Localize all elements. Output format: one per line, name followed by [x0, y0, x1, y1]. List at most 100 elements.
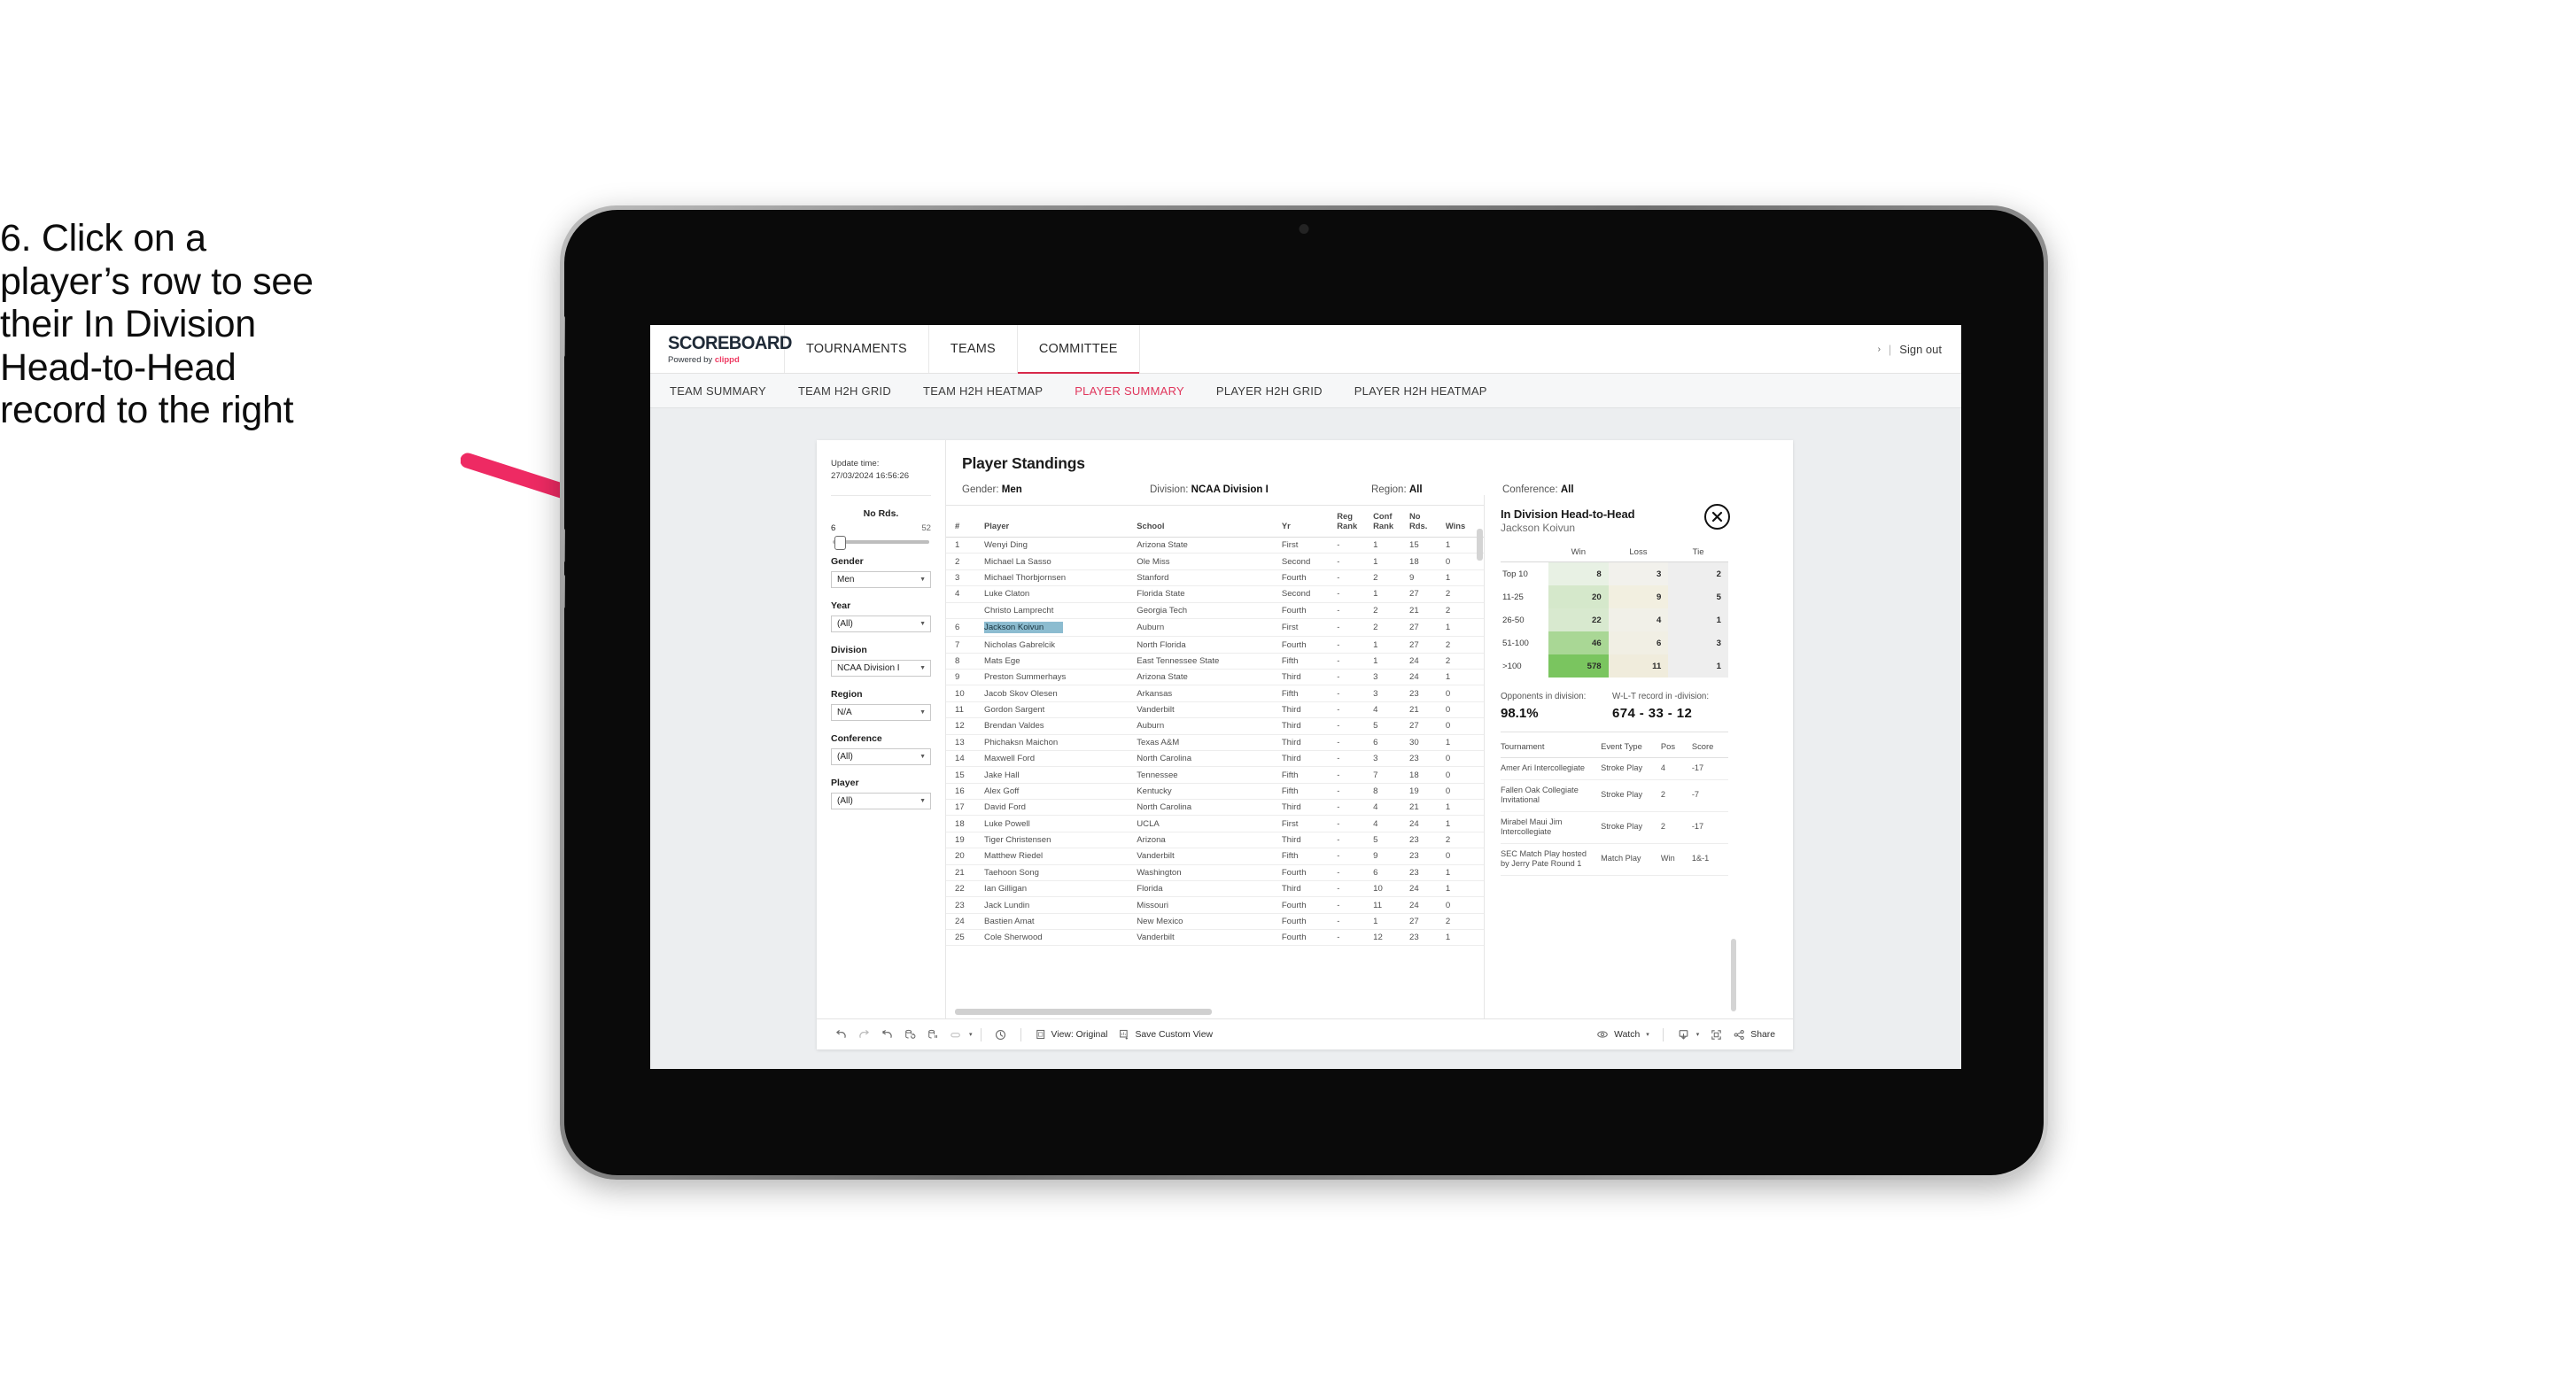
refresh-data-icon[interactable]: [898, 1023, 921, 1046]
h2h-cell-win: 20: [1548, 585, 1609, 608]
volume-up-button[interactable]: [564, 529, 565, 562]
table-row[interactable]: 22 Ian Gilligan Florida Third -10 24 1: [946, 880, 1484, 898]
table-row[interactable]: 4 Luke Claton Florida State Second -1 27 2: [946, 585, 1484, 603]
table-row[interactable]: 19 Tiger Christensen Arizona Third -5 23 2: [946, 832, 1484, 849]
table-row[interactable]: 21 Taehoon Song Washington Fourth -6 23 1: [946, 864, 1484, 881]
subnav-team-summary[interactable]: TEAM SUMMARY: [670, 384, 786, 398]
download-button[interactable]: ▾: [1672, 1028, 1705, 1041]
cell-conf-rank: 11: [1373, 896, 1410, 914]
app-logo[interactable]: SCOREBOARD Powered by clippd: [650, 325, 792, 373]
table-row[interactable]: 9 Preston Summerhays Arizona State Third -3 2…: [946, 669, 1484, 686]
tournament-scrollbar[interactable]: [1731, 939, 1736, 1011]
cell-wins: 0: [1445, 896, 1484, 914]
subnav-player-h2h-heatmap[interactable]: PLAYER H2H HEATMAP: [1354, 384, 1507, 398]
slider-handle[interactable]: [834, 535, 846, 550]
chevron-down-icon: ▼: [919, 753, 926, 760]
table-row[interactable]: 15 Jake Hall Tennessee Fifth -7 18 0: [946, 766, 1484, 784]
table-row[interactable]: 14 Maxwell Ford North Carolina Third -3 23 0: [946, 750, 1484, 768]
filter-player-select[interactable]: (All) ▼: [831, 792, 931, 809]
table-row[interactable]: 18 Luke Powell UCLA First -4 24 1: [946, 815, 1484, 832]
filter-year-select[interactable]: (All) ▼: [831, 615, 931, 632]
table-row[interactable]: 10 Jacob Skov Olesen Arkansas Fifth -3 23 0: [946, 685, 1484, 702]
tournament-row[interactable]: SEC Match Play hosted by Jerry Pate Roun…: [1501, 843, 1728, 876]
view-original-button[interactable]: View: Original: [1029, 1028, 1113, 1041]
fullscreen-icon[interactable]: [1704, 1023, 1727, 1046]
tournament-row[interactable]: Amer Ari Intercollegiate Stroke Play 4 -17: [1501, 757, 1728, 780]
bottom-toolbar: ▾ View: Original Save Custom View Watch …: [817, 1018, 1793, 1049]
watch-button[interactable]: Watch ▾: [1590, 1028, 1655, 1041]
filter-conference-select[interactable]: (All) ▼: [831, 747, 931, 765]
filter-gender-select[interactable]: Men ▼: [831, 570, 931, 588]
chevron-down-icon: ▼: [919, 708, 926, 716]
topnav-teams[interactable]: TEAMS: [929, 325, 1018, 373]
filter-gender-value: Men: [837, 574, 855, 585]
cell-no-rds: 21: [1409, 602, 1446, 619]
save-custom-view-button[interactable]: Save Custom View: [1113, 1028, 1218, 1041]
cell-conf-rank: 1: [1373, 913, 1410, 931]
revert-icon[interactable]: [875, 1023, 898, 1046]
subnav-player-summary[interactable]: PLAYER SUMMARY: [1075, 384, 1204, 398]
divider: [980, 1027, 982, 1041]
table-row[interactable]: 1 Wenyi Ding Arizona State First -1 15 1: [946, 537, 1484, 554]
cell-conf-rank: 2: [1373, 569, 1410, 587]
close-icon[interactable]: [1704, 504, 1730, 530]
table-row[interactable]: 12 Brendan Valdes Auburn Third -5 27 0: [946, 717, 1484, 735]
redo-icon[interactable]: [852, 1023, 875, 1046]
cell-no-rds: 24: [1409, 880, 1446, 898]
tournament-row[interactable]: Mirabel Maui Jim Intercollegiate Stroke P…: [1501, 811, 1728, 844]
table-row[interactable]: 17 David Ford North Carolina Third -4 21 1: [946, 799, 1484, 817]
h2h-cell-win: 8: [1548, 561, 1609, 585]
table-row[interactable]: 20 Matthew Riedel Vanderbilt Fifth -9 23 0: [946, 848, 1484, 865]
table-row[interactable]: 3 Michael Thorbjornsen Stanford Fourth -2 9 1: [946, 569, 1484, 587]
table-row[interactable]: 13 Phichaksn Maichon Texas A&M Third -6 30 1: [946, 734, 1484, 751]
no-rounds-slider[interactable]: No Rds. 6 52: [817, 496, 945, 550]
cell-tournament-name: Mirabel Maui Jim Intercollegiate: [1501, 811, 1602, 844]
player-standings-table: # Player School Yr Reg Rank Conf Rank No Rd…: [946, 506, 1484, 947]
table-row[interactable]: 24 Bastien Amat New Mexico Fourth -1 27 2: [946, 913, 1484, 931]
undo-icon[interactable]: [829, 1023, 852, 1046]
topnav-committee[interactable]: COMMITTEE: [1017, 325, 1140, 374]
volume-down-button[interactable]: [564, 575, 565, 608]
cell-yr: Fifth: [1281, 766, 1338, 784]
chevron-down-icon[interactable]: ▾: [969, 1031, 973, 1038]
share-button[interactable]: Share: [1727, 1028, 1781, 1041]
topnav-tournaments[interactable]: TOURNAMENTS: [785, 325, 929, 373]
filter-division-select[interactable]: NCAA Division I ▼: [831, 659, 931, 677]
table-row[interactable]: 8 Mats Ege East Tennessee State Fifth -1 24 2: [946, 653, 1484, 670]
table-row[interactable]: Christo Lamprecht Georgia Tech Fourth -2 21 2: [946, 602, 1484, 619]
highlight-icon[interactable]: [944, 1023, 967, 1046]
cell-player: Ian Gilligan: [984, 880, 1137, 898]
table-row[interactable]: 16 Alex Goff Kentucky Fifth -8 19 0: [946, 783, 1484, 801]
cell-yr: Third: [1281, 750, 1338, 768]
slider-track[interactable]: [833, 535, 929, 550]
cell-no-rds: 24: [1409, 669, 1446, 686]
cell-wins: 2: [1445, 653, 1484, 670]
pause-data-icon[interactable]: [921, 1023, 944, 1046]
meta-division-label: Division:: [1150, 484, 1191, 495]
filter-region-select[interactable]: N/A ▼: [831, 703, 931, 721]
cell-conf-rank: 4: [1373, 815, 1410, 832]
table-vertical-scrollbar[interactable]: [1477, 529, 1483, 561]
subnav-team-h2h-grid[interactable]: TEAM H2H GRID: [798, 384, 911, 398]
clock-icon[interactable]: [989, 1023, 1013, 1046]
sign-out-button[interactable]: Sign out: [1899, 343, 1942, 356]
table-row[interactable]: 23 Jack Lundin Missouri Fourth -11 24 0: [946, 896, 1484, 914]
cell-rank: 22: [946, 880, 985, 898]
table-row[interactable]: 6 Jackson Koivun Auburn First -2 27 1: [946, 618, 1484, 638]
cell-player: Nicholas Gabrelcik: [984, 636, 1137, 654]
chevron-right-icon[interactable]: ›: [1878, 345, 1881, 354]
tournament-row[interactable]: Fallen Oak Collegiate Invitational Stroke…: [1501, 779, 1728, 812]
table-row[interactable]: 2 Michael La Sasso Ole Miss Second -1 18 0: [946, 553, 1484, 570]
h2h-cell-tie: 5: [1668, 585, 1728, 608]
power-button[interactable]: [564, 316, 565, 357]
cell-no-rds: 15: [1409, 537, 1446, 554]
subnav-player-h2h-grid[interactable]: PLAYER H2H GRID: [1216, 384, 1342, 398]
cell-no-rds: 21: [1409, 701, 1446, 719]
table-row[interactable]: 25 Cole Sherwood Vanderbilt Fourth -12 23 1: [946, 929, 1484, 947]
cell-reg-rank: -: [1337, 717, 1374, 735]
table-row[interactable]: 11 Gordon Sargent Vanderbilt Third -4 21 0: [946, 701, 1484, 719]
table-row[interactable]: 7 Nicholas Gabrelcik North Florida Fourth -1…: [946, 636, 1484, 654]
table-horizontal-scrollbar[interactable]: [955, 1009, 1212, 1015]
cell-no-rds: 23: [1409, 750, 1446, 768]
subnav-team-h2h-heatmap[interactable]: TEAM H2H HEATMAP: [923, 384, 1062, 398]
